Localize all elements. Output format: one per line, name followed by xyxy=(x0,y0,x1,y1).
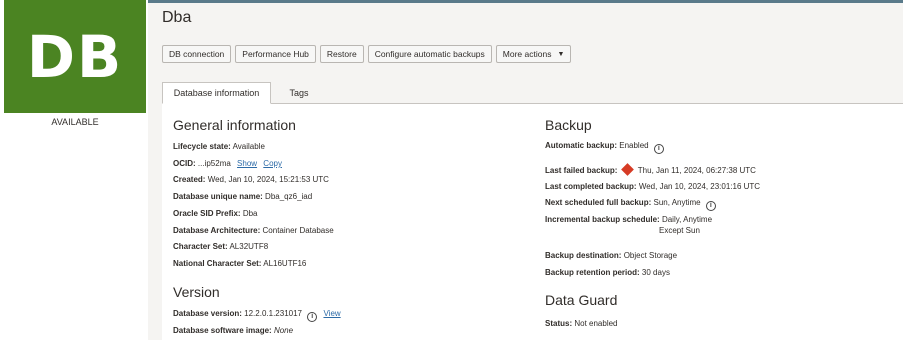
field-label: Incremental backup schedule: xyxy=(545,215,660,224)
field-value: Dba xyxy=(242,209,258,218)
field-label: Automatic backup: xyxy=(545,141,618,150)
field-value: Wed, Jan 10, 2024, 23:01:16 UTC xyxy=(638,182,761,191)
sid-prefix-row: Oracle SID Prefix: Dba xyxy=(173,209,258,218)
data-guard-heading: Data Guard xyxy=(545,292,618,308)
field-value: Thu, Jan 11, 2024, 06:27:38 UTC xyxy=(637,166,756,175)
restore-button[interactable]: Restore xyxy=(319,45,364,63)
field-value: 12.2.0.1.231017 xyxy=(244,309,302,318)
field-value: Daily, Anytime xyxy=(661,215,713,224)
character-set-row: Character Set: AL32UTF8 xyxy=(173,242,268,251)
caret-down-icon: ▼ xyxy=(557,50,565,58)
resource-sidebar: DB AVAILABLE xyxy=(0,0,148,340)
field-value: Wed, Jan 10, 2024, 15:21:53 UTC xyxy=(207,175,329,184)
field-value: Not enabled xyxy=(574,319,618,328)
field-value: Container Database xyxy=(262,226,334,235)
field-value: AL16UTF16 xyxy=(263,259,307,268)
field-value: Dba_qz6_iad xyxy=(265,192,313,201)
tile-label: DB xyxy=(26,22,124,91)
info-icon[interactable]: i xyxy=(653,144,664,154)
backup-destination-row: Backup destination: Object Storage xyxy=(545,251,677,260)
more-actions-button[interactable]: More actions ▼ xyxy=(495,45,572,63)
more-actions-label: More actions xyxy=(502,49,552,59)
field-label: Database unique name: xyxy=(173,192,263,201)
field-label: Database version: xyxy=(173,309,242,318)
lifecycle-state-row: Lifecycle state: Available xyxy=(173,142,265,151)
version-view-link[interactable]: View xyxy=(323,309,340,318)
national-character-set-row: National Character Set: AL16UTF16 xyxy=(173,259,306,268)
architecture-row: Database Architecture: Container Databas… xyxy=(173,226,334,235)
general-information-heading: General information xyxy=(173,117,296,133)
field-label: Backup destination: xyxy=(545,251,622,260)
field-value: Available xyxy=(232,142,265,151)
backup-heading: Backup xyxy=(545,117,592,133)
action-toolbar: DB connection Performance Hub Restore Co… xyxy=(162,45,572,63)
details-panel: General information Lifecycle state: Ava… xyxy=(162,104,903,340)
last-failed-backup-row: Last failed backup: Thu, Jan 11, 2024, 0… xyxy=(545,163,756,176)
field-label: OCID: xyxy=(173,159,196,168)
ocid-row: OCID: ...ip52ma Show Copy xyxy=(173,159,282,168)
field-label: National Character Set: xyxy=(173,259,262,268)
field-value: None xyxy=(273,326,294,335)
ocid-copy-link[interactable]: Copy xyxy=(263,159,282,168)
tab-tags[interactable]: Tags xyxy=(271,82,327,104)
retention-period-row: Backup retention period: 30 days xyxy=(545,268,670,277)
field-value-secondary: Except Sun xyxy=(659,226,700,235)
field-label: Status: xyxy=(545,319,573,328)
created-row: Created: Wed, Jan 10, 2024, 15:21:53 UTC xyxy=(173,175,329,184)
field-label: Backup retention period: xyxy=(545,268,640,277)
header-accent-line xyxy=(148,0,903,3)
next-full-backup-row: Next scheduled full backup: Sun, Anytime… xyxy=(545,198,716,211)
info-icon[interactable]: i xyxy=(307,312,318,322)
database-version-row: Database version: 12.2.0.1.231017 i View xyxy=(173,309,341,322)
database-tile-icon: DB xyxy=(4,0,146,113)
field-label: Next scheduled full backup: xyxy=(545,198,652,207)
field-label: Created: xyxy=(173,175,206,184)
field-label: Last completed backup: xyxy=(545,182,637,191)
tab-bar: Database information Tags xyxy=(162,82,903,104)
field-label: Oracle SID Prefix: xyxy=(173,209,241,218)
field-value: Enabled xyxy=(619,141,649,150)
field-value: 30 days xyxy=(641,268,670,277)
data-guard-status-row: Status: Not enabled xyxy=(545,319,618,328)
field-value: Sun, Anytime xyxy=(653,198,701,207)
field-label: Lifecycle state: xyxy=(173,142,231,151)
incremental-schedule-row: Incremental backup schedule: Daily, Anyt… xyxy=(545,215,712,235)
tab-database-information[interactable]: Database information xyxy=(162,82,271,104)
error-icon xyxy=(620,163,634,176)
info-icon[interactable]: i xyxy=(705,201,716,211)
automatic-backup-row: Automatic backup: Enabled i xyxy=(545,141,664,154)
unique-name-row: Database unique name: Dba_qz6_iad xyxy=(173,192,312,201)
configure-backups-button[interactable]: Configure automatic backups xyxy=(367,45,492,63)
field-label: Database software image: xyxy=(173,326,272,335)
version-heading: Version xyxy=(173,284,220,300)
field-value: Object Storage xyxy=(623,251,678,260)
last-completed-backup-row: Last completed backup: Wed, Jan 10, 2024… xyxy=(545,182,760,191)
ocid-show-link[interactable]: Show xyxy=(237,159,257,168)
ocid-value: ...ip52ma xyxy=(197,159,231,168)
field-value: AL32UTF8 xyxy=(229,242,269,251)
page-title: Dba xyxy=(162,9,192,26)
field-label: Character Set: xyxy=(173,242,228,251)
software-image-row: Database software image: None xyxy=(173,326,293,335)
lifecycle-status-label: AVAILABLE xyxy=(51,117,99,127)
field-label: Last failed backup: xyxy=(545,166,618,175)
db-connection-button[interactable]: DB connection xyxy=(162,45,232,63)
field-label: Database Architecture: xyxy=(173,226,261,235)
performance-hub-button[interactable]: Performance Hub xyxy=(235,45,316,63)
